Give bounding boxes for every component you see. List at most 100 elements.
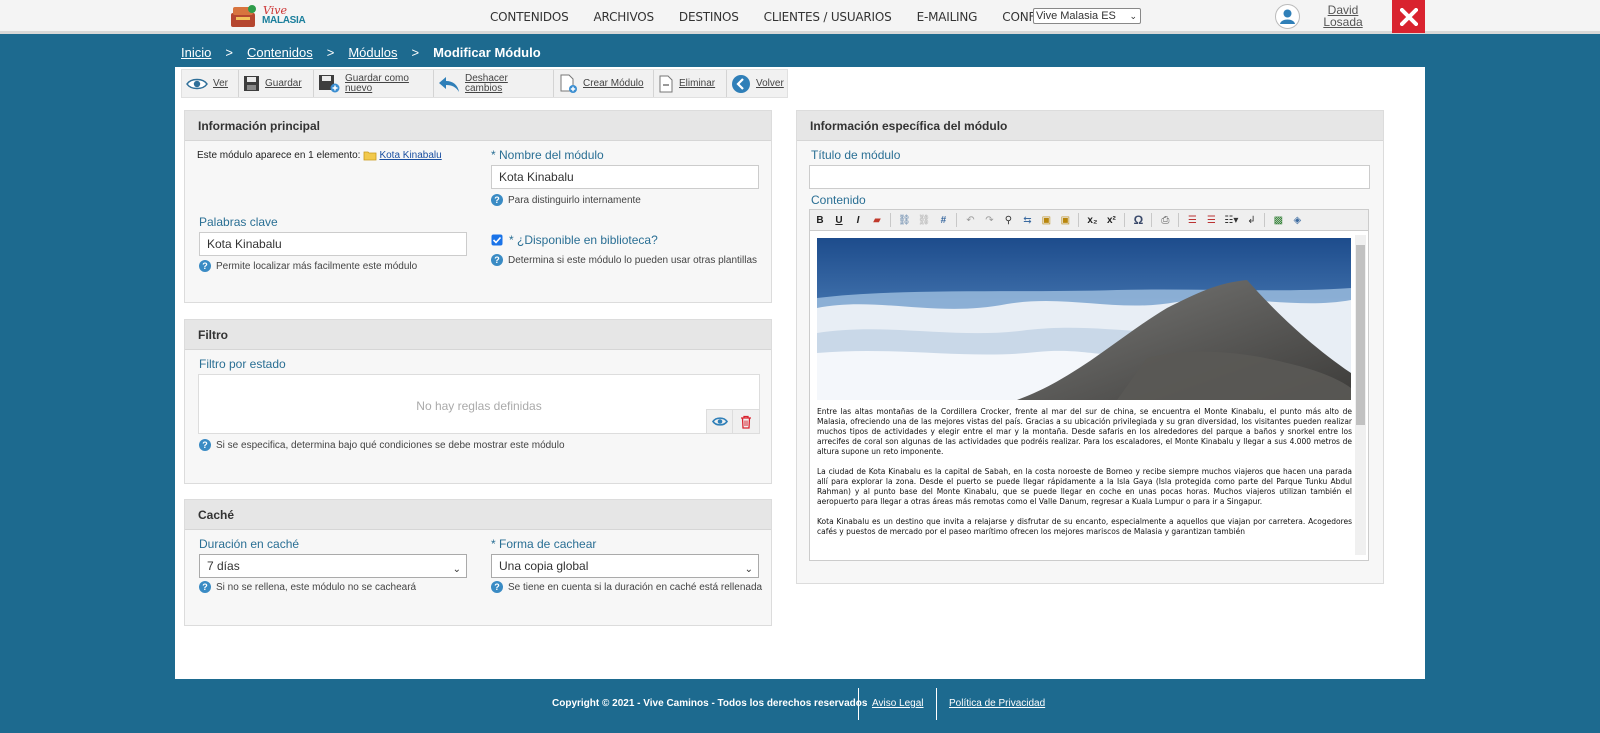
filter-empty-text: No hay reglas definidas: [416, 399, 542, 413]
editor-scrollbar[interactable]: [1355, 235, 1366, 555]
save-as-new-button[interactable]: Guardar como nuevo: [314, 70, 434, 97]
new-document-icon: [560, 74, 577, 93]
toolbar-separator: [1178, 213, 1180, 227]
filter-view-button[interactable]: [707, 410, 733, 433]
floppy-icon: [244, 76, 259, 91]
editor-paragraph: Entre las altas montañas de la Cordiller…: [817, 407, 1352, 456]
nav-destinos[interactable]: DESTINOS: [679, 10, 739, 24]
anchor-icon[interactable]: #: [937, 215, 949, 226]
editor-paragraph: La ciudad de Kota Kinabalu es la capital…: [817, 467, 1352, 506]
create-module-label: Crear Módulo: [583, 77, 644, 89]
chevron-down-icon: ⌄: [452, 564, 461, 575]
italic-button[interactable]: I: [852, 215, 864, 226]
nav-clientes-usuarios[interactable]: CLIENTES / USUARIOS: [764, 10, 892, 24]
close-icon: [1399, 7, 1418, 26]
undo-icon[interactable]: ↶: [964, 215, 976, 226]
logout-button[interactable]: [1392, 0, 1425, 33]
module-name-input[interactable]: Kota Kinabalu: [491, 165, 759, 189]
save-button[interactable]: Guardar: [239, 70, 314, 97]
cache-mode-select[interactable]: Una copia global ⌄: [491, 554, 759, 578]
nav-contenidos[interactable]: CONTENIDOS: [490, 10, 569, 24]
library-available-checkbox[interactable]: [491, 234, 503, 246]
breadcrumb-modulos[interactable]: Módulos: [348, 45, 397, 60]
folder-icon: [364, 151, 377, 161]
source-icon[interactable]: ◈: [1291, 215, 1303, 226]
replace-icon[interactable]: ⇆: [1021, 215, 1033, 226]
trash-icon: [741, 415, 751, 429]
appears-in-text: Este módulo aparece en 1 elemento:: [197, 150, 361, 161]
undo-changes-label: Deshacer cambios: [465, 73, 508, 94]
filter-title: Filtro: [185, 320, 771, 350]
mountain-image: [817, 238, 1351, 400]
module-name-label: * Nombre del módulo: [491, 148, 604, 162]
save-as-new-label: Guardar como nuevo: [345, 73, 409, 94]
module-title-input[interactable]: [809, 165, 1370, 189]
footer-legal-link[interactable]: Aviso Legal: [872, 698, 924, 709]
breadcrumb: Inicio > Contenidos > Módulos > Modifica…: [181, 44, 541, 60]
nav-e-mailing[interactable]: E-MAILING: [917, 10, 978, 24]
underline-button[interactable]: U: [833, 215, 845, 226]
paste-text-icon[interactable]: ▣: [1059, 215, 1071, 226]
find-icon[interactable]: ⚲: [1002, 215, 1014, 226]
back-button[interactable]: Volver: [727, 70, 787, 97]
image-icon[interactable]: ▩: [1272, 215, 1284, 226]
undo-icon: [439, 76, 459, 92]
filter-state-label: Filtro por estado: [199, 357, 286, 371]
cache-mode-help-text: Se tiene en cuenta si la duración en cac…: [508, 581, 763, 593]
eraser-icon[interactable]: ▰: [871, 215, 883, 226]
toolbar-separator: [890, 213, 891, 227]
breadcrumb-separator: >: [411, 44, 420, 60]
undo-changes-label-line2: cambios: [465, 82, 503, 94]
special-char-icon[interactable]: Ω: [1132, 213, 1144, 227]
breadcrumb-contenidos[interactable]: Contenidos: [247, 45, 313, 60]
blockquote-icon[interactable]: ↲: [1245, 215, 1257, 226]
keywords-input[interactable]: Kota Kinabalu: [199, 232, 467, 256]
delete-button[interactable]: Eliminar: [654, 70, 727, 97]
help-icon: ?: [491, 254, 503, 266]
logo[interactable]: Vive MALASIA: [228, 2, 308, 32]
filter-help-text: Si se especifica, determina bajo qué con…: [216, 439, 565, 451]
list-icon[interactable]: ☷▾: [1224, 215, 1238, 226]
nav-archivos[interactable]: ARCHIVOS: [594, 10, 655, 24]
breadcrumb-inicio[interactable]: Inicio: [181, 45, 211, 60]
back-arrow-icon: [732, 74, 750, 93]
link-icon[interactable]: ⛓: [898, 215, 911, 226]
appears-in-link[interactable]: Kota Kinabalu: [379, 150, 441, 161]
content-label: Contenido: [811, 193, 866, 207]
avatar[interactable]: [1275, 4, 1300, 29]
footer-privacy-link[interactable]: Política de Privacidad: [949, 698, 1045, 709]
site-selector-value: Vive Malasia ES: [1036, 10, 1116, 22]
subscript-icon[interactable]: x₂: [1086, 215, 1098, 226]
user-name-link[interactable]: David Losada: [1320, 4, 1366, 28]
cache-panel: Caché Duración en caché 7 días ⌄ ? Si no…: [184, 499, 772, 626]
undo-changes-button[interactable]: Deshacer cambios: [434, 70, 554, 97]
redo-icon[interactable]: ↷: [983, 215, 995, 226]
unlink-icon[interactable]: ⛓: [918, 215, 931, 226]
editor-paragraph: Kota Kinabalu es un destino que invita a…: [817, 517, 1352, 536]
library-available-help: ? Determina si este módulo lo pueden usa…: [491, 254, 757, 266]
create-module-button[interactable]: Crear Módulo: [554, 70, 654, 97]
cache-mode-value: Una copia global: [499, 559, 589, 573]
module-name-help: ? Para distinguirlo internamente: [491, 194, 641, 206]
main-info-title: Información principal: [185, 111, 771, 141]
cache-duration-select[interactable]: 7 días ⌄: [199, 554, 467, 578]
editor-body[interactable]: Entre las altas montañas de la Cordiller…: [809, 231, 1369, 561]
bold-button[interactable]: B: [814, 215, 826, 226]
view-button[interactable]: Ver: [182, 70, 239, 97]
print-icon[interactable]: ⎙: [1159, 215, 1171, 226]
filter-delete-button[interactable]: [733, 410, 759, 433]
paste-icon[interactable]: ▣: [1040, 215, 1052, 226]
save-as-new-label-line2: nuevo: [345, 82, 373, 94]
spellcheck-ayt-icon[interactable]: ☰: [1205, 215, 1217, 226]
eye-icon: [186, 78, 208, 89]
library-available-label: * ¿Disponible en biblioteca?: [509, 233, 658, 247]
superscript-icon[interactable]: x²: [1105, 215, 1117, 226]
toolbar-separator: [1264, 213, 1266, 227]
cache-title: Caché: [185, 500, 771, 530]
site-selector[interactable]: Vive Malasia ES ⌄: [1033, 8, 1141, 24]
help-icon: ?: [199, 260, 211, 272]
editor-text: Entre las altas montañas de la Cordiller…: [817, 407, 1352, 547]
editor-scrollbar-thumb[interactable]: [1356, 245, 1365, 425]
spellcheck-icon[interactable]: ☰: [1186, 215, 1198, 226]
appears-in: Este módulo aparece en 1 elemento: Kota …: [197, 150, 442, 161]
